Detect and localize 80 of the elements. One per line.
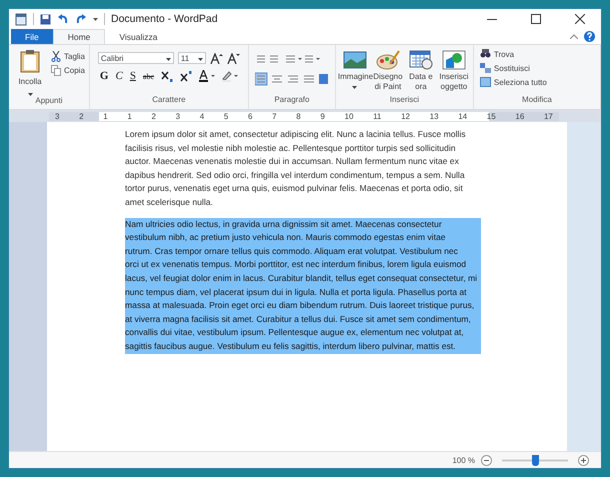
- subscript-icon[interactable]: [161, 70, 174, 82]
- object-icon: [442, 50, 466, 70]
- select-all-icon: [480, 77, 491, 87]
- ruler-number: 12: [401, 112, 410, 120]
- ruler-number: 14: [458, 112, 468, 120]
- paste-button[interactable]: Incolla: [13, 47, 47, 96]
- edit-button[interactable]: Sostituisci: [480, 63, 594, 73]
- ruler-number: 5: [224, 112, 228, 120]
- ribbon-tab[interactable]: File: [11, 29, 53, 44]
- ruler-number: 17: [544, 112, 553, 120]
- ruler-number: 2: [79, 112, 84, 120]
- font-family-field[interactable]: Calibri: [98, 52, 174, 64]
- ruler-number: 1: [127, 112, 132, 120]
- group-label: Inserisci: [388, 95, 420, 106]
- edit-button[interactable]: Seleziona tutto: [480, 77, 594, 87]
- ribbon-tab[interactable]: Home: [52, 29, 106, 44]
- caret-icon: [166, 58, 171, 60]
- insert-button[interactable]: Data e ora: [406, 50, 436, 95]
- paragraph: Lorem ipsum dolor sit amet, consectetur adipiscing elit. Nunc a lacinia tellus. Fusce mollis facilisis risus, vel molestie nibh molestie ac. Pellentesque porttitor turpis sed sollicitudin auctor. Maecenas venenatis molestie dui in accumsan. Nullam fermentum nunc vitae ex dapibus hendrerit. Sed odio orci, fringilla vel interdum condimentum, tempus a sem. Nulla tortor purus, venenatis eget urna quis, euismod pulvinar felis. Maecenas et porta odio, sit amet scelerisque nulla.: [125, 128, 466, 209]
- insert-button[interactable]: Disegno di Paint: [372, 50, 403, 95]
- strikethrough-button[interactable]: abc: [142, 72, 154, 80]
- ruler-number: 8: [296, 112, 301, 120]
- window-title: Documento - WordPad: [111, 13, 218, 25]
- binoculars-icon: [480, 49, 491, 59]
- redo-icon[interactable]: [75, 14, 87, 24]
- undo-icon[interactable]: [57, 14, 69, 24]
- underline-button[interactable]: S: [130, 70, 136, 82]
- ruler-number: 6: [248, 112, 252, 120]
- ruler-number: 1: [103, 112, 108, 120]
- ruler-number: 13: [430, 112, 439, 120]
- grow-font-icon[interactable]: [210, 52, 223, 64]
- edit-button[interactable]: Trova: [480, 49, 594, 59]
- zoom-level: 100 %: [452, 456, 475, 464]
- palette-icon: [376, 50, 400, 70]
- ruler-number: 10: [344, 112, 354, 120]
- maximize-button[interactable]: [531, 14, 541, 24]
- caret-icon: [352, 86, 358, 89]
- cut-button[interactable]: Taglia: [51, 51, 85, 62]
- caret-icon: [28, 93, 32, 96]
- ruler-number: 16: [515, 112, 524, 120]
- superscript-icon[interactable]: [180, 70, 192, 82]
- ruler-number: 15: [486, 112, 496, 120]
- replace-icon: [480, 63, 491, 73]
- paragraph: Nam ultricies odio lectus, in gravida urna dignissim sit amet. Maecenas consectetur vestibulum nibh, ac pretium justo vehicula non. Mauris commodo egestas enim vitae rutrum. Cras tempor ornare tellus quis commodo. Aliquam erat volutpat. Vestibulum nec orci ut ex venenatis tempus. Morbi porttitor, est nec interdum finibus, lorem ligula euismod lacus, vel feugiat dolor enim in lacus. Curabitur blandit, tellus eget consequat consectetur, mi nunc tempus diam, vel placerat ipsum dui in ligula. Nulla et porta ligula. Phasellus porta at massa at malesuada. Proin eget orci eu diam bibendum rutrum. Duis laoreet tristique purus, at viverra magna facilisis sit amet. Curabitur a tellus dui. Fusce sit amet sem condimentum, convallis dui vitae, vestibulum ipsum. Pellentesque augue ex, elementum nec volutpat at, sagittis faucibus augue. Vestibulum eu felis sagittis, interdum libero pulvinar, mattis est.: [125, 218, 482, 354]
- zoom-slider-thumb[interactable]: [532, 454, 539, 466]
- close-button[interactable]: [575, 14, 585, 24]
- collapse-ribbon-icon[interactable]: [570, 34, 578, 39]
- group-label: Modifica: [521, 95, 553, 106]
- group-label: Carattere: [151, 95, 187, 106]
- dropdown-arrow-icon[interactable]: [93, 18, 98, 20]
- zoom-out-button[interactable]: [481, 454, 492, 466]
- picture-icon: [342, 50, 367, 70]
- ruler-number: 2: [152, 112, 156, 120]
- insert-button[interactable]: Inserisci oggetto: [438, 50, 469, 95]
- highlight-icon[interactable]: [222, 70, 238, 82]
- calendar-clock-icon: [408, 50, 433, 70]
- ruler-number: 9: [320, 112, 325, 120]
- bold-button[interactable]: G: [100, 70, 108, 82]
- save-icon[interactable]: [40, 14, 51, 24]
- paragraph-tools-drawing[interactable]: [254, 53, 329, 87]
- copy-icon: [51, 65, 61, 76]
- group-label: Paragrafo: [273, 95, 310, 106]
- group-label: Appunti: [34, 96, 64, 107]
- ruler-number: 4: [200, 112, 204, 120]
- ruler-number: 3: [55, 112, 60, 120]
- ruler-number: 7: [272, 112, 277, 120]
- document-icon[interactable]: [15, 12, 27, 26]
- scissors-icon: [51, 51, 61, 62]
- font-size-field[interactable]: 11: [178, 52, 206, 64]
- caret-icon: [198, 58, 203, 60]
- text-color-icon[interactable]: [199, 70, 216, 82]
- ruler-number: 3: [176, 112, 180, 120]
- clipboard-icon: [20, 49, 40, 73]
- ruler-number: 11: [373, 112, 382, 120]
- shrink-font-icon[interactable]: [226, 52, 240, 64]
- zoom-in-button[interactable]: [578, 454, 589, 466]
- italic-button[interactable]: C: [115, 70, 123, 82]
- ribbon-tab[interactable]: Visualizza: [105, 29, 172, 44]
- help-icon[interactable]: [584, 31, 595, 42]
- copy-button[interactable]: Copia: [51, 65, 85, 76]
